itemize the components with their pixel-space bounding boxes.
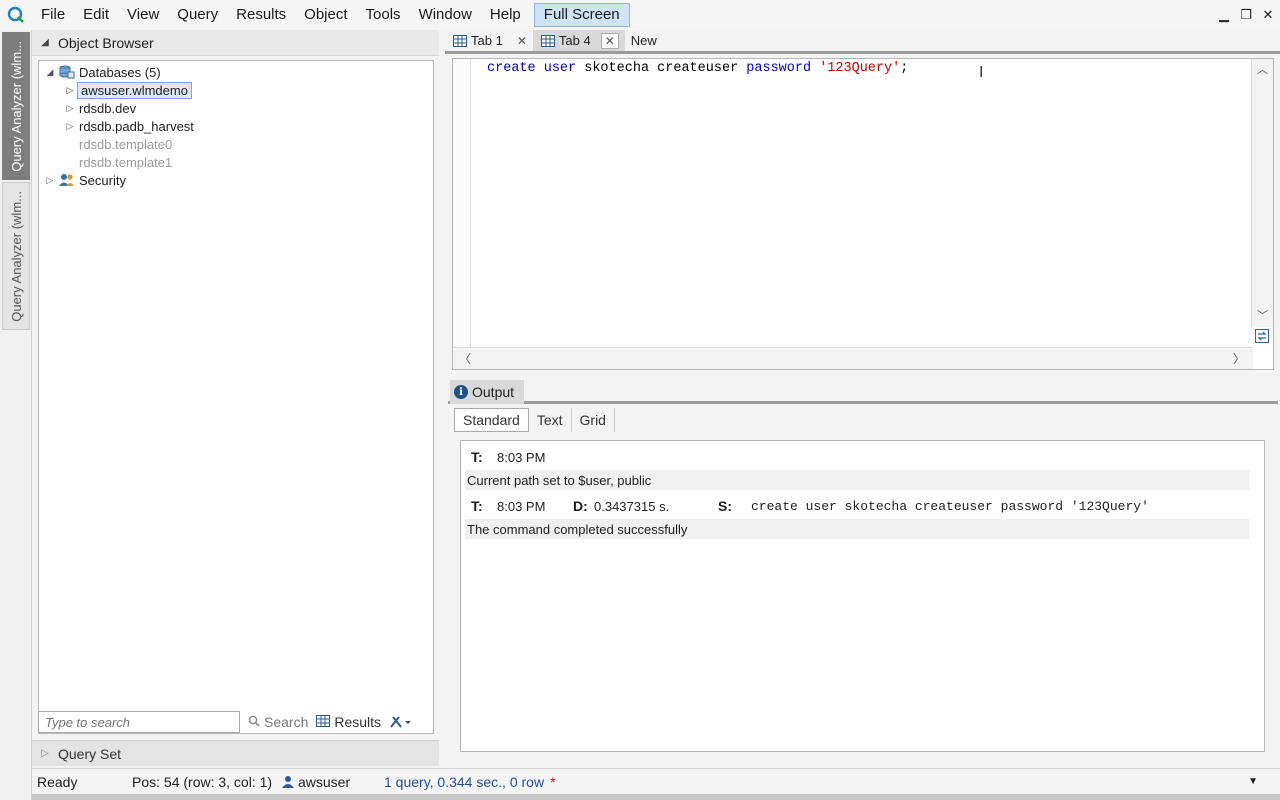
close-icon[interactable]: ✕ (600, 32, 619, 49)
tree-node-db[interactable]: ▷ awsuser.wlmdemo (63, 81, 192, 99)
side-tab-strip: Query Analyzer (wlm... Query Analyzer (w… (0, 30, 32, 800)
tree-label-databases: Databases (5) (79, 64, 161, 80)
editor-gutter (453, 59, 471, 349)
tree-node-security[interactable]: ▷ Security (43, 171, 128, 189)
scroll-left-icon[interactable]: 〈 (459, 350, 471, 367)
tree-label-db: rdsdb.template0 (79, 136, 173, 152)
users-icon (57, 173, 77, 187)
collapsed-triangle-icon[interactable]: ▷ (63, 85, 77, 96)
status-ready: Ready (37, 773, 78, 790)
tree-node-db[interactable]: ▷ rdsdb.dev (63, 99, 138, 117)
tab-output[interactable]: i Output (450, 380, 525, 404)
search-input[interactable] (38, 711, 240, 733)
output-subtabs: Standard Text Grid (454, 408, 615, 432)
menu-view[interactable]: View (118, 0, 168, 30)
object-browser-header[interactable]: ◢ Object Browser (32, 30, 439, 56)
output-row: T: 8:03 PM D: 0.3437315 s. S: create use… (471, 498, 1149, 514)
scroll-right-icon[interactable]: 〉 (1233, 350, 1245, 367)
tree-node-databases[interactable]: ◢ Databases (5) (43, 63, 163, 81)
query-set-header[interactable]: ▷ Query Set (32, 740, 439, 766)
menu-tools[interactable]: Tools (357, 0, 410, 30)
user-icon (282, 775, 294, 788)
collapsed-triangle-icon[interactable]: ▷ (43, 175, 57, 186)
tree-label-db: rdsdb.dev (79, 100, 137, 116)
cursor-position: Pos: 54 (row: 3, col: 1) (132, 773, 273, 790)
minimize-icon[interactable]: ▁ (1218, 7, 1230, 23)
output-row: The command completed successfully (465, 519, 1249, 539)
full-screen-button[interactable]: Full Screen (533, 3, 630, 27)
menu-help[interactable]: Help (481, 0, 530, 30)
menu-results[interactable]: Results (227, 0, 295, 30)
menu-file[interactable]: File (32, 0, 74, 30)
output-row: T: 8:03 PM (471, 449, 546, 465)
tree-label-db: rdsdb.padb_harvest (79, 118, 194, 134)
status-user: awsuser (282, 774, 384, 790)
scroll-down-icon[interactable]: ﹀ (1252, 307, 1273, 325)
menu-query[interactable]: Query (168, 0, 227, 30)
collapsed-triangle-icon[interactable]: ▷ (63, 121, 77, 132)
menu-object[interactable]: Object (295, 0, 356, 30)
tree-node-db[interactable]: rdsdb.template0 (77, 135, 174, 153)
status-bar: Ready Pos: 54 (row: 3, col: 1) awsuser 1… (32, 768, 1280, 794)
subtab-grid[interactable]: Grid (572, 408, 615, 432)
split-view-icon[interactable] (1255, 329, 1271, 345)
query-info: 1 query, 0.344 sec., 0 row (384, 773, 545, 790)
tree-label-db: rdsdb.template1 (79, 154, 173, 170)
magnifier-icon (248, 714, 260, 730)
collapse-triangle-icon: ◢ (41, 37, 49, 48)
tree-node-db[interactable]: ▷ rdsdb.padb_harvest (63, 117, 196, 135)
scroll-up-icon[interactable]: ︿ (1252, 61, 1273, 79)
tools-dropdown-icon[interactable] (389, 715, 412, 729)
editor-tabs: Tab 1 ✕ Tab 4 ✕ New (445, 30, 1280, 54)
tree-node-db[interactable]: rdsdb.template1 (77, 153, 174, 171)
database-icon (57, 65, 77, 79)
sql-editor[interactable]: create user skotecha createuser password… (452, 58, 1274, 370)
query-set-title: Query Set (58, 745, 122, 762)
grid-icon (540, 34, 555, 47)
close-icon[interactable]: ✕ (1262, 7, 1274, 23)
menu-window[interactable]: Window (410, 0, 481, 30)
restore-icon[interactable]: ❐ (1240, 7, 1252, 23)
close-icon[interactable]: ✕ (517, 34, 527, 48)
tree-label-security: Security (79, 172, 126, 188)
object-search-bar: Search Results (38, 710, 434, 734)
subtab-standard[interactable]: Standard (454, 408, 529, 432)
code-line[interactable]: create user skotecha createuser password… (487, 61, 908, 76)
subtab-text[interactable]: Text (529, 408, 572, 432)
modified-indicator: * (550, 773, 556, 790)
menu-bar: File Edit View Query Results Object Tool… (0, 0, 1280, 30)
collapsed-triangle-icon[interactable]: ▷ (63, 103, 77, 114)
grid-icon (453, 34, 467, 47)
tree-label-db: awsuser.wlmdemo (77, 81, 192, 99)
horizontal-scrollbar[interactable]: 〈 〉 (453, 347, 1253, 369)
text-cursor-icon: I (979, 63, 984, 81)
grid-icon (316, 714, 331, 730)
object-browser-title: Object Browser (58, 34, 154, 51)
results-button[interactable]: Results (316, 714, 381, 730)
bottom-strip (32, 794, 1280, 800)
menu-edit[interactable]: Edit (74, 0, 118, 30)
vertical-scrollbar[interactable]: ︿ ﹀ (1251, 59, 1273, 327)
app-logo-icon (0, 0, 32, 30)
side-tab-query-analyzer[interactable]: Query Analyzer (wlm... (2, 182, 30, 330)
expand-triangle-icon: ▷ (41, 748, 49, 759)
side-tab-query-analyzer-active[interactable]: Query Analyzer (wlm... (2, 32, 30, 180)
search-button[interactable]: Search (248, 714, 308, 730)
dropdown-arrow-icon[interactable]: ▼ (1248, 776, 1258, 787)
tab-1[interactable]: Tab 1 ✕ (445, 30, 533, 51)
expanded-triangle-icon[interactable]: ◢ (43, 67, 57, 78)
output-messages: T: 8:03 PM Current path set to $user, pu… (460, 440, 1265, 752)
new-tab-button[interactable]: New (625, 30, 663, 51)
window-controls: ▁ ❐ ✕ (1218, 0, 1274, 30)
tab-4[interactable]: Tab 4 ✕ (532, 30, 625, 51)
output-header: i Output (448, 380, 1278, 404)
object-tree: ◢ Databases (5) ▷ awsuser.wlmdemo ▷ rdsd… (38, 60, 434, 734)
object-browser-panel: ◢ Object Browser ◢ Databases (5) ▷ awsus… (32, 30, 439, 768)
output-row: Current path set to $user, public (465, 470, 1249, 490)
info-icon: i (454, 385, 468, 399)
